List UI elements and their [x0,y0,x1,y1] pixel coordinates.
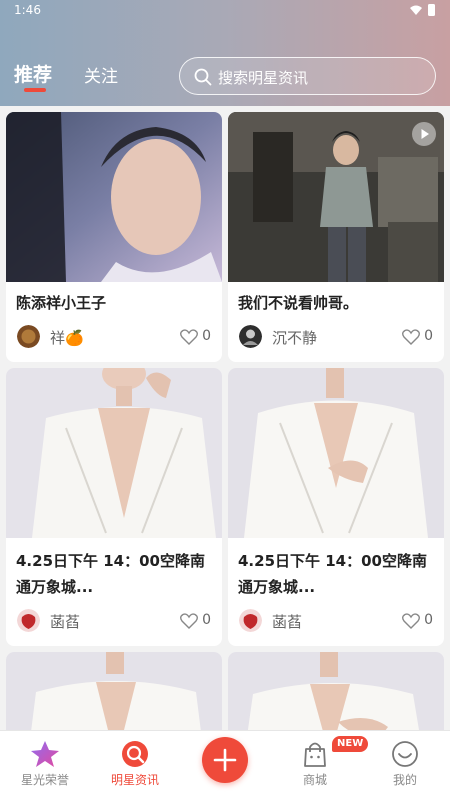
heart-icon[interactable] [402,613,420,629]
card-title: 陈添祥小王子 [16,294,107,312]
nav-item-me[interactable]: 我的 [370,731,440,800]
card-image [228,652,444,730]
add-post-button[interactable] [202,737,248,783]
nav-label: 商城 [302,773,327,787]
status-icons [408,3,438,17]
nav-item-news[interactable]: 明星资讯 [100,731,170,800]
heart-icon[interactable] [402,329,420,345]
feed-card[interactable]: 4.25日下午 14：00空降南通万象城... 菡萏 0 [228,368,444,646]
like-count: 0 [202,328,211,344]
card-title: 4.25日下午 14：00空降南通万象城... [16,552,205,596]
card-author: 祥🍊 [50,329,84,347]
status-time: 1:46 [14,3,41,17]
card-title: 4.25日下午 14：00空降南通万象城... [238,552,427,596]
avatar [239,325,262,348]
card-image [6,368,222,538]
card-title: 我们不说看帅哥。 [238,294,359,312]
header: 1:46 推荐 关注 搜索明星资讯 [0,0,450,106]
heart-icon[interactable] [180,613,198,629]
feed-card[interactable]: 4.25日下午 14：00空降南通万象城... 菡萏 0 [6,368,222,646]
card-image [6,112,222,282]
active-tab-indicator [24,88,46,92]
card-author: 菡萏 [272,613,303,631]
nav-item-honors[interactable]: 星光荣誉 [10,731,80,800]
nav-label: 明星资讯 [110,773,159,787]
like-count: 0 [424,612,433,628]
nav-label: 星光荣誉 [20,773,69,787]
tab-follow[interactable]: 关注 [84,62,118,87]
avatar [239,609,262,632]
card-author: 沉不静 [272,329,318,347]
video-badge [412,122,436,146]
nav-label: 我的 [392,773,417,787]
wifi-battery-icon [410,4,435,16]
card-image [228,368,444,538]
like-count: 0 [424,328,433,344]
feed-card[interactable] [6,652,222,730]
avatar [17,609,40,632]
plus-icon [213,748,237,772]
avatar [17,325,40,348]
search-icon [194,68,212,86]
news-icon [122,741,148,767]
status-bar: 1:46 [0,0,450,22]
like-count: 0 [202,612,211,628]
feed: 陈添祥小王子 祥🍊 0 我们不说看帅哥。 沉不静 0 4.25日下午 14：00… [0,106,450,730]
play-icon [421,129,429,139]
search-input[interactable]: 搜索明星资讯 [179,57,436,95]
star-icon [31,741,59,767]
search-placeholder: 搜索明星资讯 [218,69,309,87]
shop-bag-icon [304,742,326,767]
heart-icon[interactable] [180,329,198,345]
card-image [6,652,222,730]
feed-card[interactable] [228,652,444,730]
feed-card[interactable]: 陈添祥小王子 祥🍊 0 [6,112,222,362]
new-badge: NEW [332,736,369,752]
card-author: 菡萏 [50,613,81,631]
tab-recommend[interactable]: 推荐 [14,60,52,87]
feed-card[interactable]: 我们不说看帅哥。 沉不静 0 [228,112,444,362]
profile-icon [392,741,418,767]
